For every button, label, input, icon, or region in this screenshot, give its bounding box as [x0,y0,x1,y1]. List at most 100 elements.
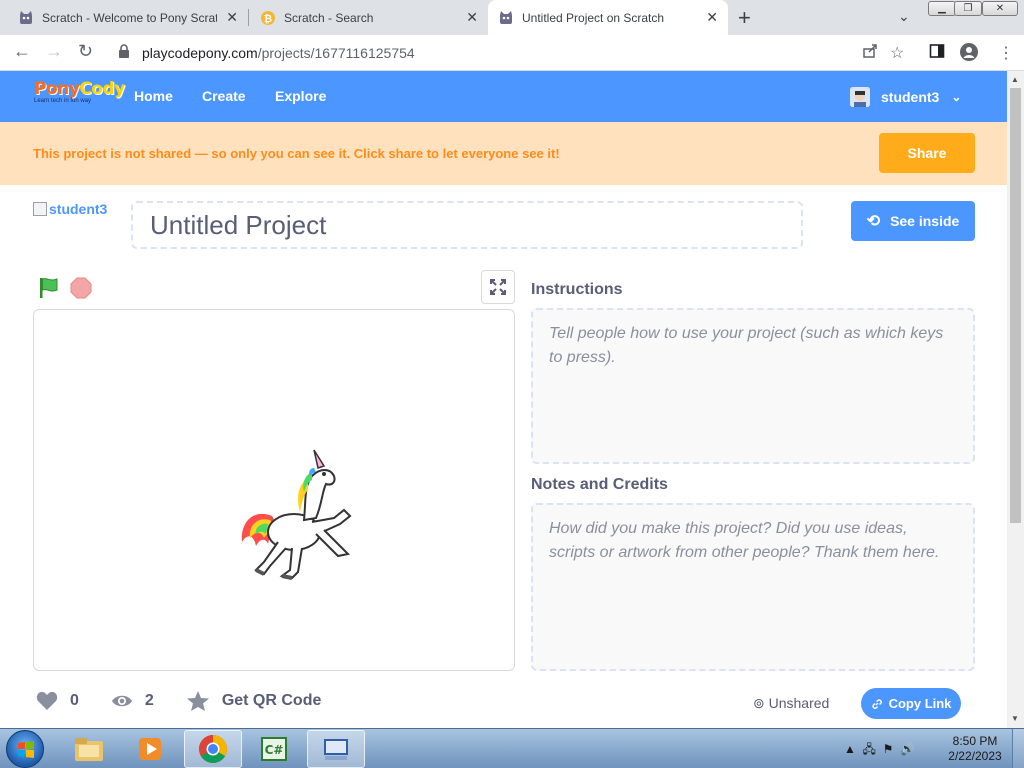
reload-icon[interactable]: ↻ [78,41,93,62]
scratch-cat-icon [18,10,34,26]
nav-explore[interactable]: Explore [275,88,326,104]
instructions-label: Instructions [531,281,623,298]
bitcoin-coin-icon: ₿ [260,10,276,26]
tab-title: Untitled Project on Scratch [522,10,665,25]
browser-menu-icon[interactable]: ⋮ [998,43,1014,63]
close-tab-icon[interactable]: ✕ [466,9,478,26]
folder-icon [75,738,103,761]
scroll-down-icon[interactable]: ▼ [1011,714,1019,723]
taskbar-media-player[interactable] [121,730,179,768]
notes-label: Notes and Credits [531,476,668,493]
broken-image-icon [33,202,47,216]
keyboard-icon [324,739,348,760]
share-button[interactable]: Share [879,133,975,173]
qr-code-label: Get QR Code [221,692,322,709]
heart-icon [36,691,58,710]
scrollbar-thumb[interactable] [1010,88,1021,523]
browser-tab-welcome[interactable]: Scratch - Welcome to Pony Scrat ✕ [0,0,248,35]
share-status: ⊚ Unshared [753,695,829,712]
see-inside-button[interactable]: ⟲ See inside [851,201,975,241]
taskbar-onscreen-keyboard[interactable] [307,730,365,768]
user-menu[interactable]: student3 ⌄ [850,87,961,107]
clock-time: 8:50 PM [952,734,998,748]
logo-text-cody: Cody [79,79,125,99]
close-tab-icon[interactable]: ✕ [226,9,238,26]
avatar [850,87,870,107]
browser-tabstrip: Scratch - Welcome to Pony Scrat ✕ ₿ Scra… [0,0,1024,35]
project-stage[interactable] [33,309,515,671]
nav-create[interactable]: Create [202,88,246,104]
see-inside-label: See inside [890,213,960,229]
copy-link-button[interactable]: Copy Link [861,688,961,719]
page-scrollbar[interactable]: ▲ ▼ [1007,71,1024,728]
stop-sign-icon[interactable] [70,277,92,299]
windows-logo-icon [18,741,34,758]
share-status-text: Unshared [768,695,830,711]
ponycody-logo[interactable]: PonyCody Learn tech in fun way [34,79,125,104]
view-count: 2 [111,692,154,710]
share-page-icon[interactable] [862,43,878,64]
project-stats: 0 2 Get QR Code [36,690,321,712]
browser-tab-project[interactable]: Untitled Project on Scratch ✕ [488,0,728,35]
show-desktop-button[interactable] [1012,729,1024,768]
close-tab-icon[interactable]: ✕ [706,9,718,26]
unicorn-sprite[interactable] [234,446,362,580]
svg-text:C#: C# [265,743,284,757]
minimize-window-icon[interactable]: ▁ [928,1,956,16]
profile-icon[interactable] [960,43,978,66]
taskbar-chrome[interactable] [184,730,242,768]
forward-arrow-icon[interactable]: → [45,41,63,62]
chrome-icon [199,735,227,763]
csharp-icon: C# [261,737,287,761]
close-window-icon[interactable]: ✕ [982,1,1018,16]
taskbar-file-explorer[interactable] [60,730,118,768]
eye-icon [111,695,132,707]
site-header: PonyCody Learn tech in fun way Home Crea… [0,71,1007,122]
instructions-textarea[interactable]: Tell people how to use your project (suc… [531,308,975,464]
browser-toolbar: ← → ↻ playcodepony.com/projects/16771161… [0,35,1024,71]
windows-start-button[interactable] [6,730,44,768]
scroll-up-icon[interactable]: ▲ [1011,75,1019,84]
star-icon [186,691,209,711]
tab-title: Scratch - Search [284,10,374,25]
green-flag-icon[interactable] [37,276,61,300]
address-bar[interactable]: playcodepony.com/projects/1677116125754 [108,39,918,67]
back-arrow-icon[interactable]: ← [13,41,31,62]
username: student3 [881,89,940,105]
link-icon [871,698,882,709]
browser-tab-search[interactable]: ₿ Scratch - Search ✕ [248,0,488,35]
notes-textarea[interactable]: How did you make this project? Did you u… [531,503,975,671]
copy-link-label: Copy Link [888,696,952,711]
scratch-cat-icon [498,10,514,26]
taskbar-csharp-app[interactable]: C# [245,730,303,768]
chevron-down-icon: ⌄ [951,90,962,104]
url-text: playcodepony.com/projects/1677116125754 [142,45,415,61]
logo-text-pony: Pony [34,79,80,99]
fullscreen-button[interactable] [481,270,515,304]
unshared-icon: ⊚ [753,695,765,711]
url-host: playcodepony.com [142,45,258,61]
new-tab-icon[interactable]: + [738,5,751,31]
side-panel-icon[interactable] [929,43,945,64]
nav-home[interactable]: Home [134,88,173,104]
fullscreen-icon [490,279,506,295]
taskbar-clock[interactable]: 8:50 PM 2/22/2023 [945,734,1005,764]
author-alt-text: student3 [49,201,108,217]
url-path: /projects/1677116125754 [257,45,415,61]
project-title-input[interactable]: Untitled Project [131,201,803,249]
bookmark-star-icon[interactable]: ☆ [890,43,904,63]
author-avatar-link[interactable]: student3 [33,201,107,217]
get-qr-code-button[interactable]: Get QR Code [186,690,322,712]
tab-title: Scratch - Welcome to Pony Scrat [42,10,217,25]
love-count[interactable]: 0 [36,691,79,711]
lock-icon[interactable] [118,44,130,58]
tab-search-chevron-icon[interactable]: ⌄ [898,8,910,25]
love-count-value: 0 [70,692,79,709]
svg-text:₿: ₿ [264,13,272,25]
not-shared-banner: This project is not shared — so only you… [0,122,1007,185]
see-inside-icon: ⟲ [866,213,881,230]
banner-message: This project is not shared — so only you… [33,146,560,161]
restore-window-icon[interactable]: ❐ [954,1,982,16]
system-tray-icons[interactable]: ▲ 🖧 ⚑ 🔊 [844,740,915,761]
media-player-icon [139,738,161,760]
